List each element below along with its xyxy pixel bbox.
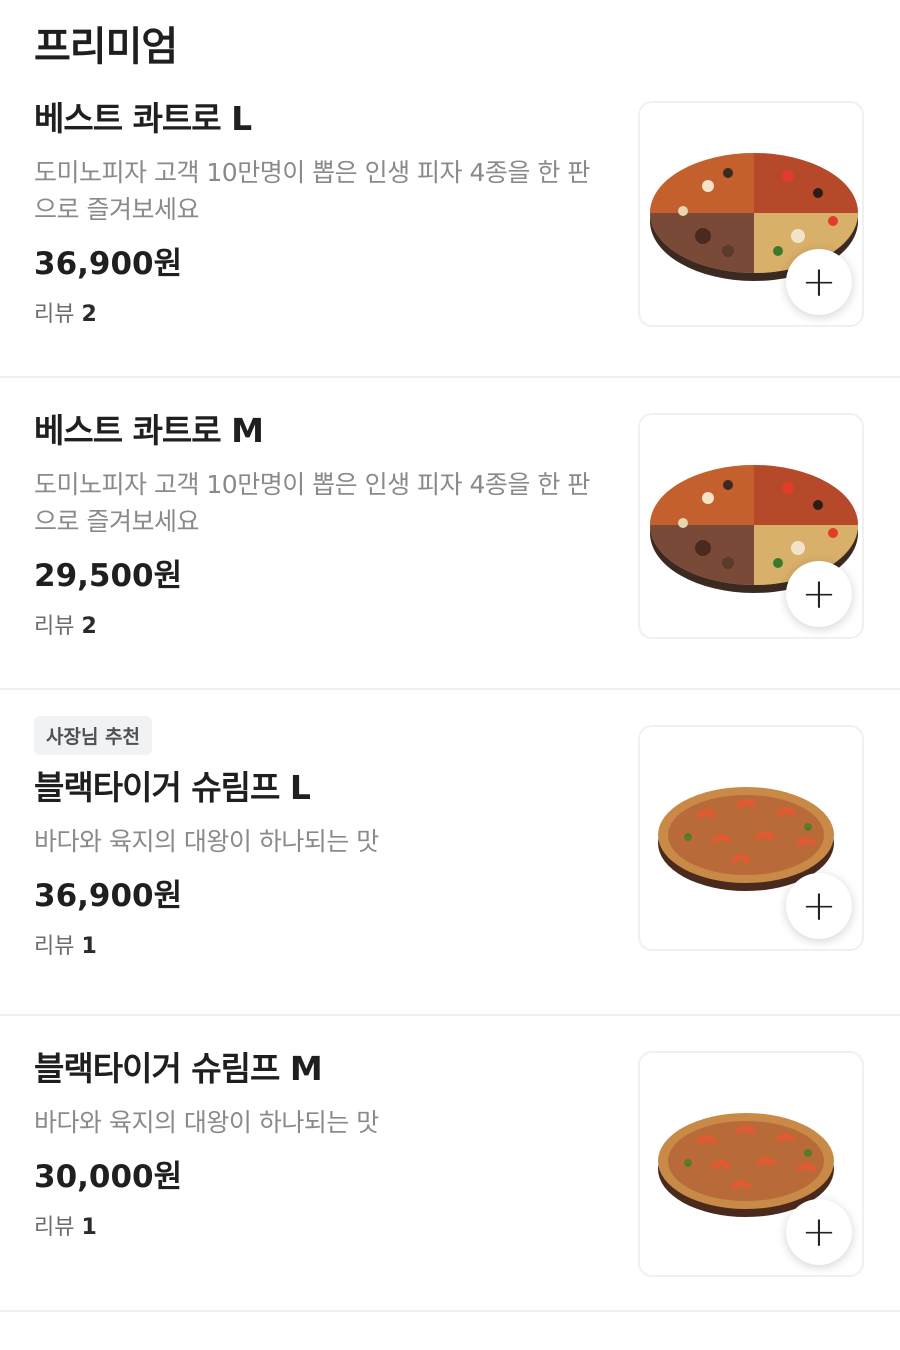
menu-list: 베스트 콰트로 L 도미노피자 고객 10만명이 뽑은 인생 피자 4종을 한 …	[0, 66, 900, 1312]
review-count: 2	[81, 302, 97, 327]
menu-item-thumbnail[interactable]: +	[638, 413, 864, 639]
menu-item-price: 29,500원	[34, 558, 183, 594]
plus-icon: +	[801, 1207, 837, 1256]
menu-item-info: 블랙타이거 슈림프 M 바다와 육지의 대왕이 하나되는 맛 30,000원 리…	[34, 1046, 604, 1243]
menu-item-name: 블랙타이거 슈림프 L	[34, 768, 311, 807]
review-count: 1	[81, 934, 97, 959]
review-label: 리뷰	[34, 934, 75, 959]
review-count: 1	[81, 1215, 97, 1240]
menu-item[interactable]: 사장님 추천 블랙타이거 슈림프 L 바다와 육지의 대왕이 하나되는 맛 36…	[0, 690, 900, 1016]
menu-item-price: 36,900원	[34, 878, 183, 914]
menu-item[interactable]: 베스트 콰트로 M 도미노피자 고객 10만명이 뽑은 인생 피자 4종을 한 …	[0, 378, 900, 690]
menu-item-review: 리뷰 1	[34, 1213, 604, 1243]
menu-item-name: 베스트 콰트로 M	[34, 411, 264, 450]
add-to-cart-button[interactable]: +	[786, 873, 852, 939]
menu-item-review: 리뷰 1	[34, 932, 604, 962]
menu-item-info: 베스트 콰트로 M 도미노피자 고객 10만명이 뽑은 인생 피자 4종을 한 …	[34, 408, 604, 642]
menu-item-description: 도미노피자 고객 10만명이 뽑은 인생 피자 4종을 한 판으로 즐겨보세요	[34, 158, 590, 224]
menu-item-review: 리뷰 2	[34, 612, 604, 642]
plus-icon: +	[801, 569, 837, 618]
review-count: 2	[81, 614, 97, 639]
menu-item-review: 리뷰 2	[34, 300, 604, 330]
menu-item-price: 36,900원	[34, 246, 183, 282]
add-to-cart-button[interactable]: +	[786, 561, 852, 627]
menu-item-thumbnail[interactable]: +	[638, 101, 864, 327]
plus-icon: +	[801, 881, 837, 930]
add-to-cart-button[interactable]: +	[786, 249, 852, 315]
review-label: 리뷰	[34, 1215, 75, 1240]
add-to-cart-button[interactable]: +	[786, 1199, 852, 1265]
menu-item-thumbnail[interactable]: +	[638, 725, 864, 951]
menu-item[interactable]: 블랙타이거 슈림프 M 바다와 육지의 대왕이 하나되는 맛 30,000원 리…	[0, 1016, 900, 1312]
menu-item-price: 30,000원	[34, 1159, 183, 1195]
menu-item[interactable]: 베스트 콰트로 L 도미노피자 고객 10만명이 뽑은 인생 피자 4종을 한 …	[0, 66, 900, 378]
menu-item-name: 블랙타이거 슈림프 M	[34, 1049, 323, 1088]
menu-item-description: 도미노피자 고객 10만명이 뽑은 인생 피자 4종을 한 판으로 즐겨보세요	[34, 470, 590, 536]
section-title: 프리미엄	[34, 24, 178, 70]
menu-item-info: 베스트 콰트로 L 도미노피자 고객 10만명이 뽑은 인생 피자 4종을 한 …	[34, 96, 604, 330]
review-label: 리뷰	[34, 614, 75, 639]
plus-icon: +	[801, 257, 837, 306]
menu-item-name: 베스트 콰트로 L	[34, 99, 252, 138]
review-label: 리뷰	[34, 302, 75, 327]
menu-item-description: 바다와 육지의 대왕이 하나되는 맛	[34, 1108, 379, 1137]
menu-item-info: 사장님 추천 블랙타이거 슈림프 L 바다와 육지의 대왕이 하나되는 맛 36…	[34, 690, 604, 962]
menu-item-thumbnail[interactable]: +	[638, 1051, 864, 1277]
recommend-badge: 사장님 추천	[34, 716, 153, 755]
menu-item-description: 바다와 육지의 대왕이 하나되는 맛	[34, 827, 379, 856]
